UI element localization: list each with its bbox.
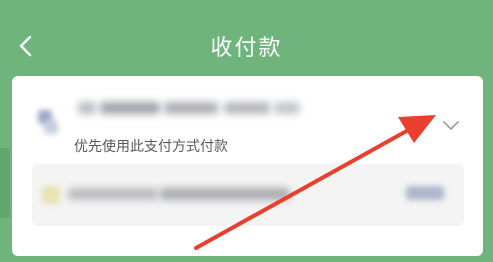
payment-method-selector[interactable]: 优先使用此支付方式付款 (12, 84, 483, 164)
blurred-account-name (224, 102, 270, 114)
page-title: 收付款 (210, 36, 283, 61)
blurred-promo-text (68, 188, 158, 200)
blurred-account-name (78, 102, 96, 114)
blurred-account-name (100, 102, 160, 114)
blurred-promo-row[interactable] (32, 164, 464, 226)
priority-payment-text: 优先使用此支付方式付款 (74, 139, 228, 155)
bank-logo-icon (34, 108, 62, 136)
blurred-account-name (274, 102, 300, 114)
blurred-promo-action (406, 186, 444, 200)
blurred-promo-text (160, 188, 290, 200)
blurred-account-name (164, 102, 218, 114)
payment-page: 收付款 优先使用此支付方式付款 (0, 0, 493, 262)
header-bar: 收付款 (0, 0, 493, 78)
side-strip (0, 148, 10, 218)
blurred-promo-icon (42, 186, 60, 204)
chevron-down-icon[interactable] (440, 118, 462, 134)
payment-method-card: 优先使用此支付方式付款 (12, 76, 483, 256)
